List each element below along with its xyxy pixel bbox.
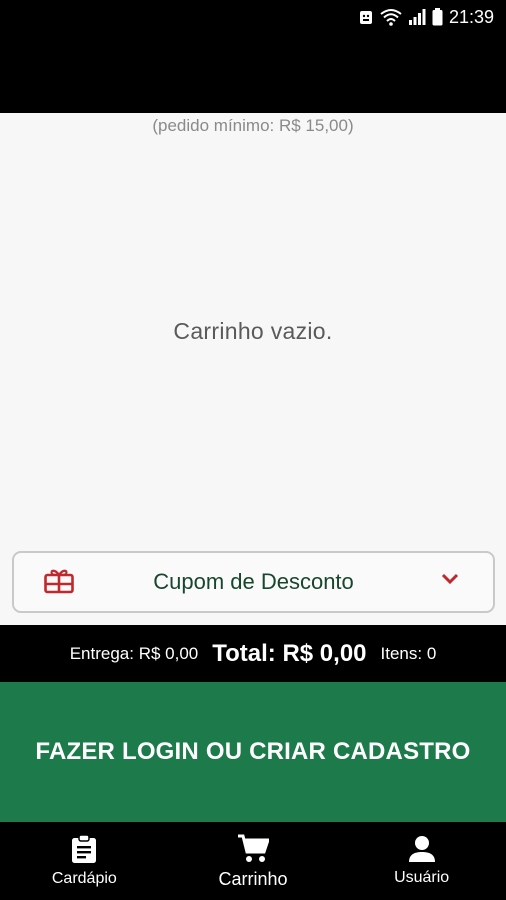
delivery-fee: Entrega: R$ 0,00 xyxy=(69,643,199,663)
clipboard-icon xyxy=(72,834,97,863)
item-count: Itens: 0 xyxy=(380,643,437,663)
header-band xyxy=(0,34,506,113)
coupon-label: Cupom de Desconto xyxy=(153,569,354,594)
bottom-nav: Cardápio Carrinho Usuário xyxy=(0,822,506,900)
min-order-text: (pedido mínimo: R$ 15,00) xyxy=(152,116,354,135)
empty-cart-message: Carrinho vazio. xyxy=(173,318,333,344)
status-bar: 21:39 xyxy=(0,0,506,34)
nav-label-carrinho: Carrinho xyxy=(218,868,288,889)
status-time: 21:39 xyxy=(448,6,494,27)
totals-bar: Entrega: R$ 0,00 Total: R$ 0,00 Itens: 0 xyxy=(0,625,506,682)
nav-item-usuario[interactable]: Usuário xyxy=(338,835,506,887)
order-total: Total: R$ 0,00 xyxy=(212,639,367,667)
login-register-button[interactable]: FAZER LOGIN OU CRIAR CADASTRO xyxy=(0,682,506,822)
android-debug-icon xyxy=(359,11,372,24)
chevron-down-icon[interactable] xyxy=(441,573,459,585)
nav-label-usuario: Usuário xyxy=(394,869,450,886)
user-icon xyxy=(408,836,435,862)
signal-icon xyxy=(408,9,426,25)
wifi-icon xyxy=(380,9,402,26)
cart-icon xyxy=(237,834,269,862)
nav-item-cardapio[interactable]: Cardápio xyxy=(0,834,168,888)
nav-label-cardapio: Cardápio xyxy=(51,870,117,887)
battery-icon xyxy=(432,8,443,26)
coupon-dropdown[interactable]: Cupom de Desconto xyxy=(12,551,495,613)
nav-item-carrinho[interactable]: Carrinho xyxy=(169,833,337,890)
